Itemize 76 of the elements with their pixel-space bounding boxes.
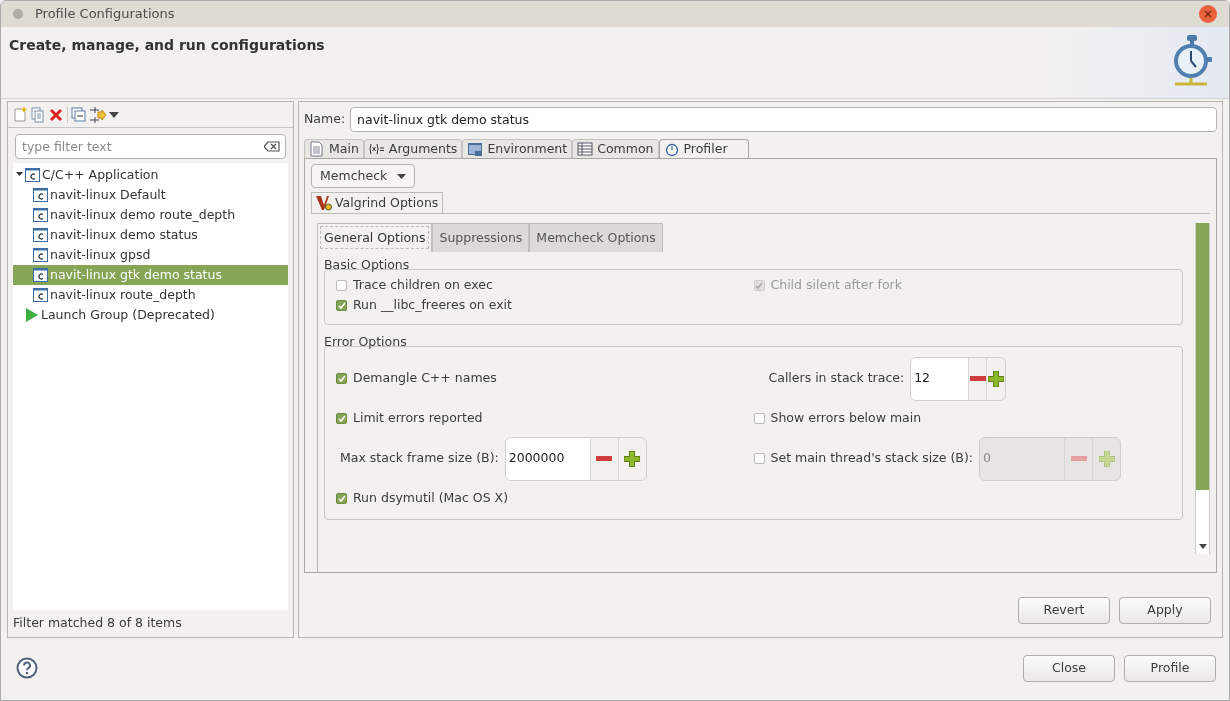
- tree-item[interactable]: navit-linux demo route_depth: [13, 205, 288, 225]
- variable-icon: [368, 141, 385, 157]
- tree-item[interactable]: navit-linux Default: [13, 185, 288, 205]
- button[interactable]: Revert: [1018, 597, 1110, 624]
- filter-status: Filter matched 8 of 8 items: [12, 614, 183, 633]
- check-icon: [337, 495, 346, 502]
- tab[interactable]: Memcheck Options: [529, 223, 663, 252]
- filter-icon[interactable]: [89, 106, 107, 123]
- close-icon: [1204, 10, 1212, 18]
- new-document-icon[interactable]: [12, 106, 28, 123]
- dropdown-caret-icon[interactable]: [109, 111, 119, 118]
- check-icon: [337, 302, 346, 310]
- help-icon[interactable]: [16, 657, 38, 679]
- group-title: Basic Options: [324, 256, 411, 274]
- check-icon: [337, 415, 346, 422]
- tree-item[interactable]: navit-linux demo status: [13, 225, 288, 245]
- checkbox[interactable]: [336, 300, 347, 312]
- tree-item[interactable]: navit-linux route_depth: [13, 285, 288, 305]
- scrollbar[interactable]: [1195, 223, 1210, 554]
- checkbox-label[interactable]: Run __libc_freeres on exit: [353, 296, 512, 316]
- checkbox-label[interactable]: Limit errors reported: [353, 409, 483, 428]
- tool-dropdown[interactable]: Memcheck: [311, 164, 416, 188]
- collapse-all-icon[interactable]: [71, 106, 87, 123]
- tab[interactable]: Profiler: [658, 139, 749, 159]
- window-icon: [467, 141, 484, 157]
- checkbox-label[interactable]: Trace children on exec: [353, 276, 493, 296]
- scrollbar-thumb[interactable]: [1196, 223, 1209, 490]
- tree-item[interactable]: navit-linux gpsd: [13, 245, 288, 265]
- tab[interactable]: General Options: [317, 223, 433, 252]
- checkbox[interactable]: [336, 373, 347, 384]
- clear-icon[interactable]: [264, 141, 280, 152]
- tab[interactable]: Main: [304, 139, 364, 158]
- scroll-down-icon[interactable]: [1198, 544, 1207, 549]
- document-icon: [309, 141, 325, 157]
- button[interactable]: Close: [1023, 654, 1115, 682]
- group-title: Error Options: [324, 332, 408, 351]
- checkbox[interactable]: [336, 413, 347, 424]
- expand-arrow-icon[interactable]: [16, 171, 23, 179]
- checkbox[interactable]: [753, 413, 765, 424]
- c-file-icon: [33, 208, 48, 222]
- header-title: Create, manage, and run configurations: [9, 36, 325, 55]
- button[interactable]: Apply: [1119, 597, 1211, 624]
- tree-item[interactable]: C/C++ Application: [13, 165, 288, 185]
- c-file-icon: [33, 288, 48, 302]
- play-icon: [25, 308, 39, 322]
- caret-icon: [397, 173, 407, 179]
- table-icon: [577, 141, 594, 157]
- checkbox-label[interactable]: Demangle C++ names: [353, 369, 497, 388]
- window-title: Profile Configurations: [35, 5, 175, 24]
- tree-item[interactable]: Launch Group (Deprecated): [13, 305, 288, 325]
- c-file-icon: [33, 188, 48, 202]
- checkbox-label[interactable]: Show errors below main: [770, 409, 922, 428]
- c-file-icon: [33, 228, 48, 242]
- tab[interactable]: Arguments: [363, 139, 463, 158]
- checkbox[interactable]: [336, 493, 347, 504]
- delete-icon[interactable]: [48, 106, 64, 123]
- c-file-icon: [25, 168, 40, 182]
- name-label: Name:: [304, 110, 346, 129]
- tab[interactable]: Valgrind Options: [311, 192, 444, 213]
- field-label: Max stack frame size (B):: [340, 449, 499, 468]
- checkbox[interactable]: [336, 280, 347, 292]
- check-icon: [337, 375, 346, 382]
- tab[interactable]: Suppressions: [432, 223, 530, 252]
- c-file-icon: [33, 248, 48, 262]
- tab[interactable]: Environment: [462, 139, 573, 158]
- close-button[interactable]: [1199, 5, 1217, 23]
- c-file-icon: [33, 268, 48, 282]
- clock-icon: [663, 141, 680, 158]
- filter-field[interactable]: type filter text: [15, 134, 286, 159]
- button[interactable]: Profile: [1124, 654, 1216, 682]
- checkbox-label[interactable]: Run dsymutil (Mac OS X): [353, 489, 509, 508]
- field-label: Callers in stack trace:: [768, 369, 905, 388]
- tab[interactable]: Common: [572, 139, 659, 158]
- copy-icon[interactable]: [30, 106, 46, 123]
- valgrind-logo-icon: [316, 195, 332, 211]
- name-field[interactable]: navit-linux gtk demo status: [350, 107, 1217, 132]
